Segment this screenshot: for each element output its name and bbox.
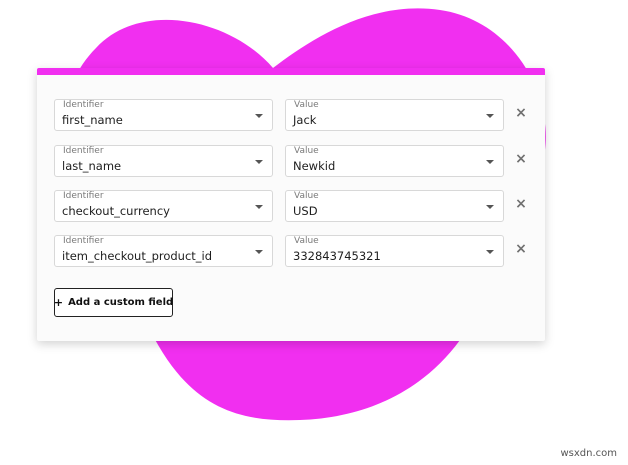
identifier-value: item_checkout_product_id xyxy=(62,249,213,263)
identifier-select[interactable]: Identifier last_name xyxy=(54,145,273,177)
value-value: 332843745321 xyxy=(293,249,381,263)
add-custom-field-button[interactable]: + Add a custom field xyxy=(54,288,173,317)
remove-field-close-icon[interactable]: × xyxy=(514,106,528,120)
chevron-down-icon[interactable] xyxy=(255,160,263,164)
chevron-down-icon[interactable] xyxy=(486,114,494,118)
value-value: USD xyxy=(293,204,318,218)
stage: Identifier first_name Value Jack × Ident… xyxy=(0,0,628,465)
value-label: Value xyxy=(294,236,319,246)
identifier-label: Identifier xyxy=(63,100,104,110)
value-select[interactable]: Value Jack xyxy=(285,99,504,131)
chevron-down-icon[interactable] xyxy=(255,250,263,254)
identifier-label: Identifier xyxy=(63,236,104,246)
value-label: Value xyxy=(294,146,319,156)
chevron-down-icon[interactable] xyxy=(255,205,263,209)
card-top-accent-bar xyxy=(37,68,545,75)
plus-icon: + xyxy=(53,296,64,309)
custom-field-row: Identifier last_name Value Newkid × xyxy=(54,145,534,179)
remove-field-close-icon[interactable]: × xyxy=(514,197,528,211)
add-custom-field-label: Add a custom field xyxy=(68,297,174,308)
chevron-down-icon[interactable] xyxy=(486,205,494,209)
value-label: Value xyxy=(294,191,319,201)
custom-fields-card: Identifier first_name Value Jack × Ident… xyxy=(37,68,545,341)
identifier-label: Identifier xyxy=(63,146,104,156)
value-label: Value xyxy=(294,100,319,110)
value-value: Newkid xyxy=(293,159,336,173)
remove-field-close-icon[interactable]: × xyxy=(514,152,528,166)
remove-field-close-icon[interactable]: × xyxy=(514,242,528,256)
chevron-down-icon[interactable] xyxy=(255,114,263,118)
custom-field-row: Identifier item_checkout_product_id Valu… xyxy=(54,235,534,269)
identifier-value: last_name xyxy=(62,159,122,173)
custom-field-row: Identifier first_name Value Jack × xyxy=(54,99,534,133)
value-select[interactable]: Value Newkid xyxy=(285,145,504,177)
chevron-down-icon[interactable] xyxy=(486,250,494,254)
identifier-select[interactable]: Identifier first_name xyxy=(54,99,273,131)
identifier-select[interactable]: Identifier item_checkout_product_id xyxy=(54,235,273,267)
custom-field-row: Identifier checkout_currency Value USD × xyxy=(54,190,534,224)
identifier-value: checkout_currency xyxy=(62,204,170,218)
value-value: Jack xyxy=(293,113,317,127)
value-select[interactable]: Value USD xyxy=(285,190,504,222)
watermark-text: wsxdn.com xyxy=(560,448,617,459)
chevron-down-icon[interactable] xyxy=(486,160,494,164)
identifier-value: first_name xyxy=(62,113,123,127)
identifier-select[interactable]: Identifier checkout_currency xyxy=(54,190,273,222)
value-select[interactable]: Value 332843745321 xyxy=(285,235,504,267)
identifier-label: Identifier xyxy=(63,191,104,201)
